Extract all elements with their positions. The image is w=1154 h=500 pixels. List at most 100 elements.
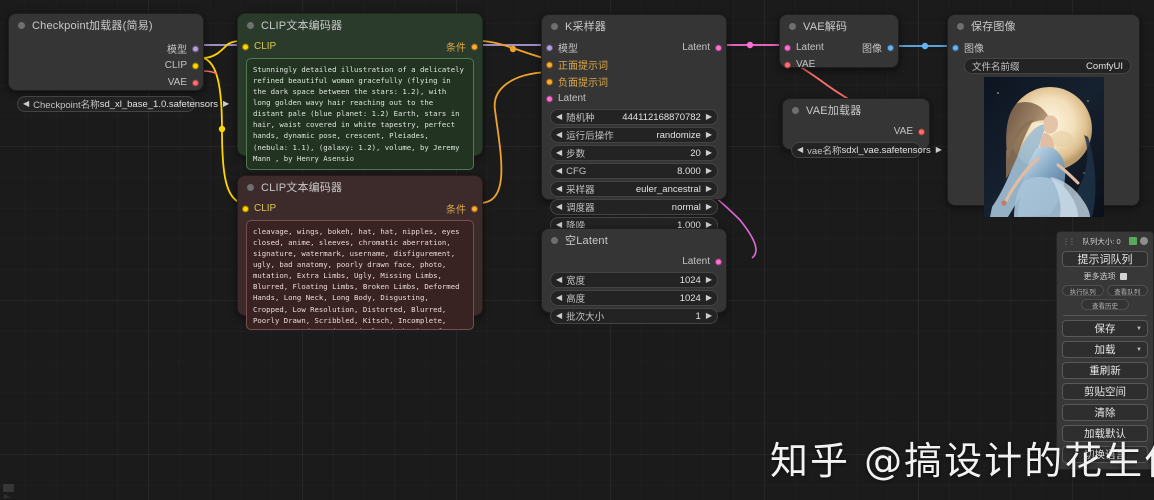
extra-options-row[interactable]: 更多选项 — [1062, 271, 1148, 282]
node-clip-text-encode-positive[interactable]: CLIP文本编码器 CLIP 条件 Stunningly detailed il… — [237, 13, 483, 156]
collapse-icon[interactable] — [247, 22, 254, 29]
run-queue-button[interactable]: 执行队列 — [1062, 285, 1104, 296]
node-title-bar[interactable]: VAE加载器 — [783, 99, 929, 121]
refresh-button[interactable]: 重刷新 — [1062, 362, 1148, 379]
node-title-bar[interactable]: VAE解码 — [780, 15, 898, 37]
widget-width[interactable]: ◀ 宽度 1024 ▶ — [550, 272, 718, 288]
node-ksampler[interactable]: K采样器 模型 Latent 正面提示词 负面提示词 Latent — [541, 14, 727, 200]
output-slot-clip[interactable]: CLIP — [9, 57, 203, 74]
chevron-right-icon[interactable]: ▶ — [706, 312, 712, 320]
widget-scheduler[interactable]: ◀ 调度器 normal ▶ — [550, 199, 718, 215]
input-dot-clip[interactable] — [242, 43, 249, 50]
output-dot-latent[interactable] — [715, 44, 722, 51]
widget-height[interactable]: ◀ 高度 1024 ▶ — [550, 290, 718, 306]
negative-prompt-textarea[interactable]: cleavage, wings, bokeh, hat, hat, nipple… — [246, 220, 474, 330]
collapse-icon[interactable] — [792, 107, 799, 114]
clear-button[interactable]: 清除 — [1062, 404, 1148, 421]
generated-image-preview[interactable] — [956, 77, 1131, 217]
widget-checkpoint-name[interactable]: ◀ Checkpoint名称 sd_xl_base_1.0.safetensor… — [17, 96, 195, 112]
output-dot-clip[interactable] — [192, 62, 199, 69]
output-slot-model[interactable]: 模型 — [9, 40, 203, 57]
widget-control-after-generate[interactable]: ◀ 运行后操作 randomize ▶ — [550, 127, 718, 143]
chevron-right-icon[interactable]: ▶ — [706, 276, 712, 284]
chevron-down-icon[interactable]: ▼ — [1136, 347, 1142, 353]
node-body: CLIP 条件 cleavage, wings, bokeh, hat, hat… — [238, 198, 482, 338]
node-title-bar[interactable]: K采样器 — [542, 15, 726, 37]
input-slot-positive[interactable]: 正面提示词 — [542, 56, 726, 73]
output-dot-conditioning[interactable] — [471, 205, 478, 212]
output-dot-image[interactable] — [887, 44, 894, 51]
widget-seed[interactable]: ◀ 随机种 444112168870782 ▶ — [550, 109, 718, 125]
input-slot-vae[interactable]: VAE — [780, 56, 898, 73]
queue-prompt-button[interactable]: 提示词队列 — [1062, 251, 1148, 267]
clipspace-button[interactable]: 剪贴空间 — [1062, 383, 1148, 400]
output-slot-vae[interactable]: VAE — [783, 123, 929, 140]
widget-sampler-name[interactable]: ◀ 采样器 euler_ancestral ▶ — [550, 181, 718, 197]
menu-header[interactable]: ⋮⋮ 队列大小: 0 — [1062, 235, 1148, 247]
chevron-down-icon[interactable]: ▼ — [1136, 326, 1142, 332]
widget-steps[interactable]: ◀ 步数 20 ▶ — [550, 145, 718, 161]
output-dot-latent[interactable] — [715, 258, 722, 265]
chevron-right-icon[interactable]: ▶ — [706, 113, 712, 121]
chevron-right-icon[interactable]: ▶ — [706, 203, 712, 211]
output-dot-vae[interactable] — [918, 128, 925, 135]
input-dot-latent[interactable] — [546, 95, 553, 102]
output-dot-conditioning[interactable] — [471, 43, 478, 50]
node-checkpoint-loader[interactable]: Checkpoint加载器(简易) 模型 CLIP VAE ◀ Checkpoi… — [8, 13, 204, 91]
input-slot-negative[interactable]: 负面提示词 — [542, 73, 726, 90]
collapse-icon[interactable] — [789, 23, 796, 30]
input-slot-latent[interactable]: Latent — [542, 90, 726, 107]
view-queue-button[interactable]: 查看队列 — [1107, 285, 1149, 296]
view-history-button[interactable]: 查看历史 — [1081, 299, 1129, 310]
positive-prompt-textarea[interactable]: Stunningly detailed illustration of a de… — [246, 58, 474, 170]
collapse-icon[interactable] — [957, 23, 964, 30]
node-empty-latent-image[interactable]: 空Latent Latent ◀ 宽度 1024 ▶ ◀ 高度 1024 ▶ ◀… — [541, 228, 727, 313]
chevron-right-icon[interactable]: ▶ — [223, 100, 229, 108]
output-dot-vae[interactable] — [192, 79, 199, 86]
input-dot-latent[interactable] — [784, 44, 791, 51]
node-title-bar[interactable]: CLIP文本编码器 — [238, 14, 482, 36]
output-slot-latent[interactable]: Latent — [542, 253, 726, 270]
comfyui-graph-canvas[interactable]: Checkpoint加载器(简易) 模型 CLIP VAE ◀ Checkpoi… — [0, 0, 1154, 500]
screen-icon[interactable] — [1129, 237, 1137, 245]
chevron-right-icon[interactable]: ▶ — [936, 146, 942, 154]
output-dot-model[interactable] — [192, 45, 199, 52]
widget-vae-name[interactable]: ◀ vae名称 sdxl_vae.safetensors ▶ — [791, 142, 921, 158]
input-dot-negative[interactable] — [546, 78, 553, 85]
widget-filename-prefix[interactable]: 文件名前缀 ComfyUI — [964, 58, 1131, 74]
extra-options-checkbox[interactable] — [1120, 273, 1127, 280]
collapse-icon[interactable] — [18, 22, 25, 29]
widget-cfg[interactable]: ◀ CFG 8.000 ▶ — [550, 163, 718, 179]
input-dot-clip[interactable] — [242, 205, 249, 212]
node-title-bar[interactable]: 空Latent — [542, 229, 726, 251]
node-save-image[interactable]: 保存图像 图像 文件名前缀 ComfyUI — [947, 14, 1140, 206]
node-vae-loader[interactable]: VAE加载器 VAE ◀ vae名称 sdxl_vae.safetensors … — [782, 98, 930, 150]
output-slot-vae[interactable]: VAE — [9, 74, 203, 91]
collapse-icon[interactable] — [247, 184, 254, 191]
node-body: 模型 Latent 正面提示词 负面提示词 Latent ◀ 随机种 44411… — [542, 37, 726, 243]
input-dot-model[interactable] — [546, 44, 553, 51]
widget-batch-size[interactable]: ◀ 批次大小 1 ▶ — [550, 308, 718, 324]
drag-handle-icon[interactable]: ⋮⋮ — [1062, 237, 1074, 246]
collapse-icon[interactable] — [551, 23, 558, 30]
node-title-bar[interactable]: Checkpoint加载器(简易) — [9, 14, 203, 36]
input-dot-vae[interactable] — [784, 61, 791, 68]
load-button[interactable]: 加载 ▼ — [1062, 341, 1148, 358]
node-title-bar[interactable]: 保存图像 — [948, 15, 1139, 37]
input-slot-image[interactable]: 图像 — [948, 39, 1139, 56]
chevron-right-icon[interactable]: ▶ — [706, 185, 712, 193]
input-dot-positive[interactable] — [546, 61, 553, 68]
collapse-icon[interactable] — [551, 237, 558, 244]
input-dot-image[interactable] — [952, 44, 959, 51]
chevron-right-icon[interactable]: ▶ — [706, 294, 712, 302]
node-vae-decode[interactable]: VAE解码 Latent 图像 VAE — [779, 14, 899, 68]
gear-icon[interactable] — [1140, 237, 1148, 245]
node-title-bar[interactable]: CLIP文本编码器 — [238, 176, 482, 198]
save-button[interactable]: 保存 ▼ — [1062, 320, 1148, 337]
queue-buttons-row: 执行队列 查看队列 — [1062, 285, 1148, 296]
chevron-right-icon[interactable]: ▶ — [706, 131, 712, 139]
chevron-right-icon[interactable]: ▶ — [706, 149, 712, 157]
node-clip-text-encode-negative[interactable]: CLIP文本编码器 CLIP 条件 cleavage, wings, bokeh… — [237, 175, 483, 316]
widget-value: 20 — [585, 148, 706, 159]
chevron-right-icon[interactable]: ▶ — [706, 167, 712, 175]
